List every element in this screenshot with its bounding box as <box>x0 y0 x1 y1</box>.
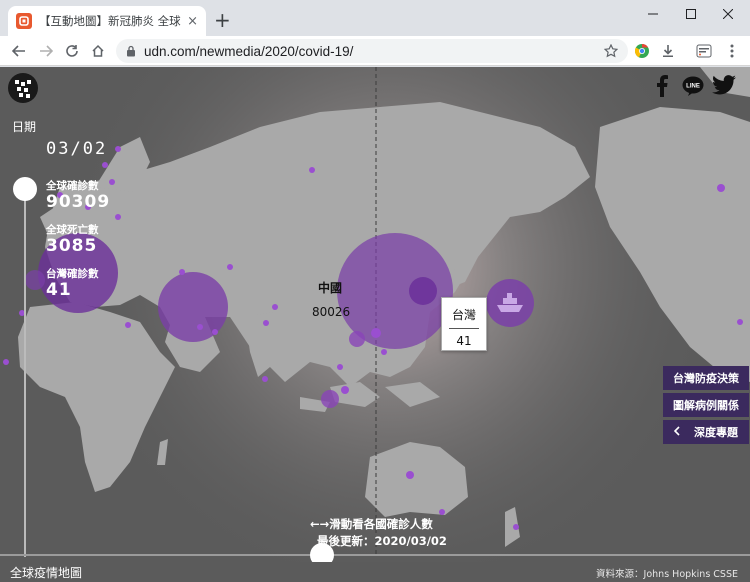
download-icon[interactable] <box>657 40 679 62</box>
date-timeline-handle[interactable] <box>13 177 37 201</box>
covid-map-page: LINE 日期 03/02 全球確診數 90309 全球死亡數 3085 台灣確… <box>0 67 750 582</box>
global-deaths-value: 3085 <box>46 236 98 256</box>
extension-tile-icon[interactable] <box>693 40 715 62</box>
taiwan-cases-label: 台灣確診數 <box>46 268 99 280</box>
home-icon[interactable] <box>87 40 109 62</box>
lock-icon <box>126 42 136 61</box>
chevron-left-icon <box>673 425 680 439</box>
feature-stories-button[interactable]: 深度專題 <box>663 420 749 444</box>
date-value: 03/02 <box>46 139 108 159</box>
tab-close-icon[interactable]: × <box>187 15 198 28</box>
navigation-bar: udn.com/newmedia/2020/covid-19/ <box>0 36 750 66</box>
bookmark-star-icon[interactable] <box>603 43 619 62</box>
close-window-icon[interactable] <box>706 0 750 28</box>
bubble-south-korea[interactable] <box>409 277 437 305</box>
svg-text:LINE: LINE <box>686 84 700 90</box>
back-arrow-icon[interactable] <box>8 40 30 62</box>
date-label: 日期 <box>12 120 37 134</box>
facebook-icon[interactable] <box>655 75 669 101</box>
extension-chrome-icon[interactable] <box>631 40 653 62</box>
bubble-france[interactable] <box>25 270 45 290</box>
new-tab-button[interactable]: + <box>214 10 231 30</box>
more-menu-icon[interactable] <box>721 40 743 62</box>
tooltip-cases: 41 <box>456 334 472 348</box>
case-relations-button[interactable]: 圖解病例關係 <box>663 393 749 417</box>
scroll-hint: ←→滑動看各國確診人數 <box>310 517 433 531</box>
highlight-country-cases: 80026 <box>312 305 351 319</box>
twitter-icon[interactable] <box>712 75 736 99</box>
udn-logo[interactable] <box>8 73 38 103</box>
line-icon[interactable]: LINE <box>682 75 704 101</box>
url-text: udn.com/newmedia/2020/covid-19/ <box>144 43 354 59</box>
udn-favicon-icon <box>16 13 32 29</box>
global-deaths-label: 全球死亡數 <box>46 224 99 236</box>
tab-bar: 【互動地圖】新冠肺炎 全球疫情 × + <box>0 0 750 36</box>
page-footer: 全球疫情地圖 資料來源：Johns Hopkins CSSE <box>0 562 750 582</box>
forward-arrow-icon[interactable] <box>35 40 57 62</box>
data-source: 資料來源：Johns Hopkins CSSE <box>596 569 738 580</box>
tooltip-country-name: 台灣 <box>451 308 476 322</box>
address-bar[interactable]: udn.com/newmedia/2020/covid-19/ <box>116 39 628 63</box>
footer-title: 全球疫情地圖 <box>10 566 83 580</box>
tab-title: 【互動地圖】新冠肺炎 全球疫情 <box>39 14 181 28</box>
last-updated: 最後更新：2020/03/02 <box>317 534 447 548</box>
feature-stories-label: 深度專題 <box>694 426 738 439</box>
global-cases-value: 90309 <box>46 192 111 212</box>
highlight-country-name: 中國 <box>318 281 343 295</box>
taiwan-tooltip: 台灣 41 <box>441 297 487 351</box>
world-map[interactable] <box>0 67 750 582</box>
bubble-singapore[interactable] <box>321 390 339 408</box>
global-cases-label: 全球確診數 <box>46 180 99 192</box>
taiwan-cases-value: 41 <box>46 280 72 300</box>
reload-icon[interactable] <box>61 40 83 62</box>
horizontal-scroll-track[interactable] <box>0 554 750 556</box>
tooltip-divider <box>449 328 479 329</box>
date-timeline-track[interactable] <box>24 187 26 557</box>
taiwan-policy-button[interactable]: 台灣防疫決策 <box>663 366 749 390</box>
bubble-hong-kong[interactable] <box>349 331 365 347</box>
browser-tab[interactable]: 【互動地圖】新冠肺炎 全球疫情 × <box>8 6 206 36</box>
